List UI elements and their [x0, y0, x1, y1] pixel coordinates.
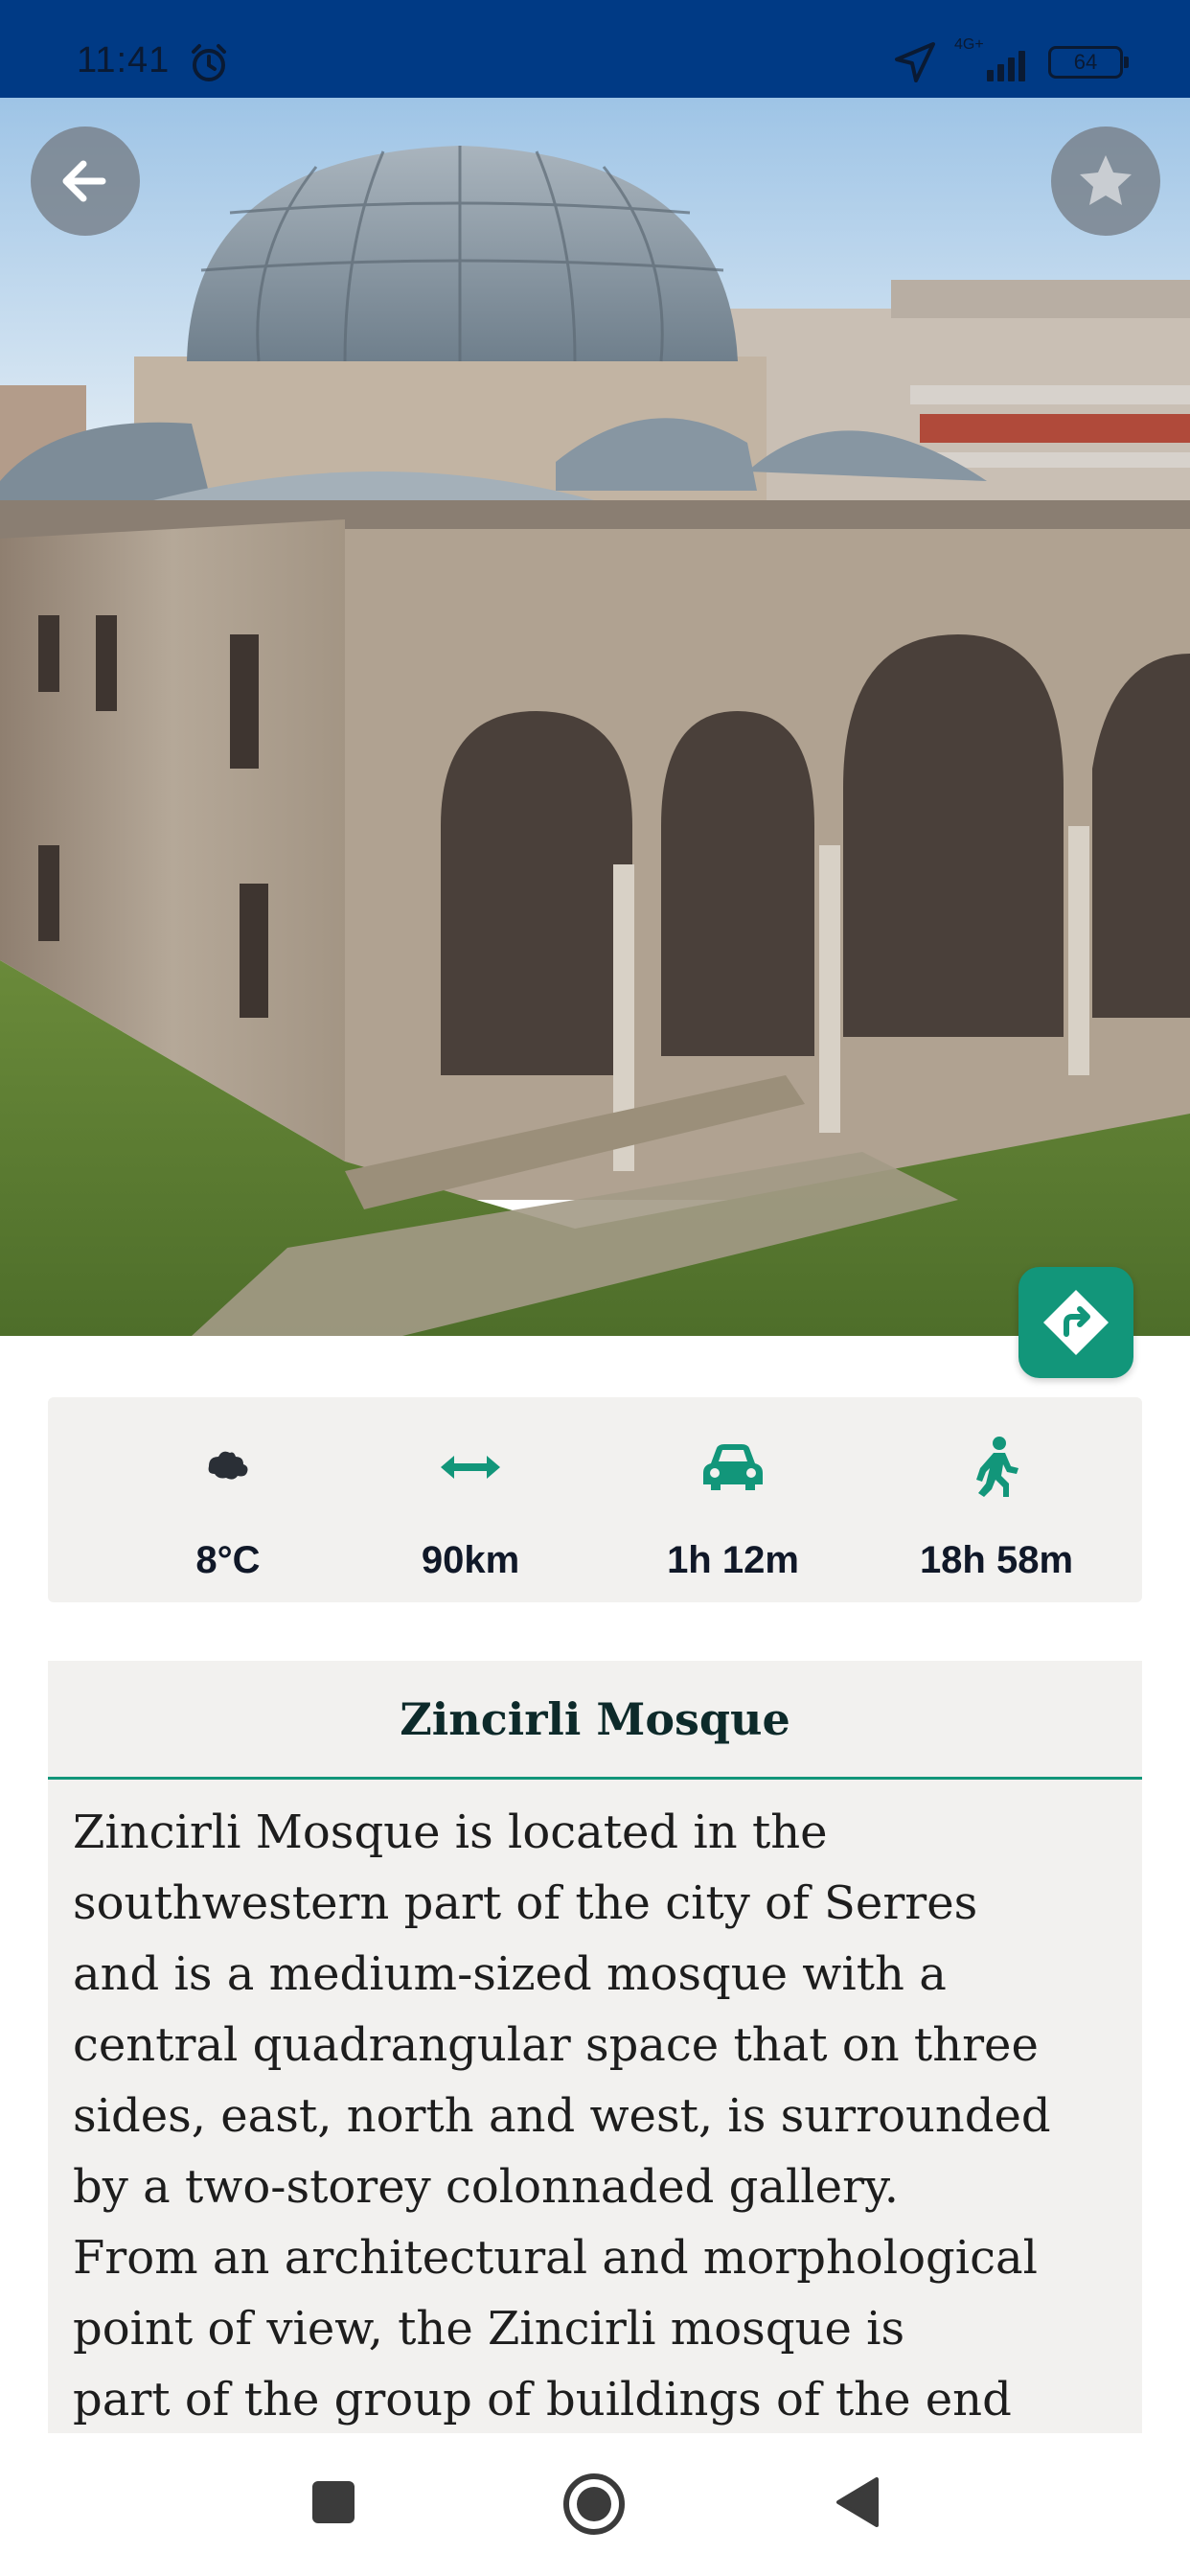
place-title: Zincirli Mosque — [48, 1661, 1142, 1780]
description-card[interactable]: Zincirli Mosque Zincirli Mosque is locat… — [48, 1661, 1142, 2433]
double-arrow-icon — [441, 1456, 500, 1479]
distance-stat: 90km — [360, 1397, 581, 1602]
drive-time-stat: 1h 12m — [623, 1397, 843, 1602]
weather-stat: 8°C — [123, 1397, 333, 1602]
cloud-icon — [208, 1451, 248, 1480]
location-arrow-icon — [895, 42, 935, 82]
car-icon — [703, 1444, 763, 1490]
trip-stats-card: 8°C 90km 1h 12m 18h 58m — [48, 1397, 1142, 1602]
network-type: 4G+ — [954, 36, 984, 53]
distance-value: 90km — [421, 1539, 520, 1581]
triangle-back-icon — [836, 2477, 879, 2527]
back-button[interactable] — [31, 126, 140, 236]
status-bar: 11:41 4G+ 64 — [0, 0, 1190, 98]
circle-icon — [563, 2473, 625, 2535]
walk-time-stat: 18h 58m — [872, 1397, 1121, 1602]
place-description: Zincirli Mosque is located in the southw… — [73, 1806, 1051, 2426]
hero-image — [0, 98, 1190, 1336]
alarm-icon — [192, 44, 226, 81]
recents-button[interactable] — [307, 2472, 360, 2533]
directions-button[interactable] — [1018, 1267, 1133, 1378]
turn-right-icon — [1043, 1290, 1109, 1355]
status-time: 11:41 — [77, 40, 171, 80]
battery-indicator: 64 — [1048, 46, 1129, 79]
walking-person-icon — [976, 1437, 1018, 1497]
drive-time-value: 1h 12m — [667, 1539, 799, 1581]
arrow-left-icon — [62, 160, 106, 202]
system-nav-bar — [0, 2433, 1190, 2576]
walk-time-value: 18h 58m — [919, 1539, 1074, 1581]
system-back-button[interactable] — [830, 2472, 883, 2533]
star-icon — [1080, 155, 1132, 205]
weather-value: 8°C — [195, 1539, 261, 1581]
favorite-button[interactable] — [1051, 126, 1160, 236]
square-icon — [312, 2481, 355, 2523]
status-indicators: 4G+ 64 — [893, 37, 1129, 86]
mosque-photo — [0, 98, 1190, 1336]
home-button[interactable] — [561, 2472, 627, 2537]
signal-icon: 4G+ — [954, 37, 1031, 81]
